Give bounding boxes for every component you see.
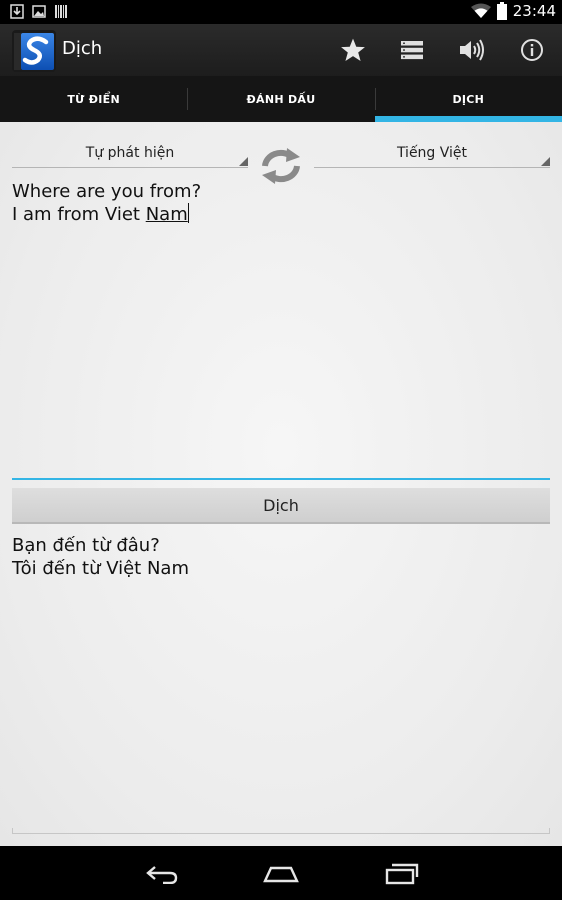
- target-language-dropdown[interactable]: Tiếng Việt: [314, 144, 550, 168]
- tab-dictionary[interactable]: TỪ ĐIỂN: [0, 76, 187, 122]
- status-bar: 23:44: [0, 0, 562, 24]
- text-cursor: [187, 203, 189, 223]
- speaker-icon: [460, 39, 484, 61]
- recent-apps-button[interactable]: [382, 860, 422, 888]
- source-text-line: I am from Viet Nam: [12, 203, 550, 226]
- source-text-line: Where are you from?: [12, 181, 202, 202]
- tab-bar: TỪ ĐIỂN ĐÁNH DẤU DỊCH: [0, 76, 562, 122]
- navigation-bar: [0, 846, 562, 900]
- result-line: Tôi đến từ Việt Nam: [12, 558, 189, 579]
- dropdown-arrow-icon: [239, 157, 248, 166]
- dictionary-app-icon[interactable]: [12, 30, 56, 72]
- language-selector-row: Tự phát hiện Tiếng Việt: [12, 138, 550, 184]
- list-button[interactable]: [392, 32, 432, 68]
- tab-translate[interactable]: DỊCH: [374, 76, 562, 122]
- home-icon: [263, 866, 299, 883]
- target-language-label: Tiếng Việt: [396, 145, 468, 161]
- back-button[interactable]: [142, 860, 182, 888]
- page-title: Dịch: [62, 38, 103, 59]
- barcode-icon: [55, 5, 67, 18]
- translate-button[interactable]: Dịch: [12, 488, 550, 524]
- notification-icons: [10, 4, 68, 19]
- recent-apps-icon: [385, 863, 419, 885]
- info-icon: [521, 39, 543, 61]
- translate-panel: Tự phát hiện Tiếng Việt Where are you fr…: [0, 122, 562, 846]
- clock: 23:44: [512, 2, 556, 20]
- wifi-icon: [470, 3, 491, 18]
- star-icon: [341, 38, 365, 62]
- result-line: Bạn đến từ đâu?: [12, 535, 160, 556]
- home-button[interactable]: [261, 860, 301, 888]
- back-icon: [146, 866, 178, 884]
- info-button[interactable]: [512, 32, 552, 68]
- action-bar: Dịch: [0, 24, 562, 76]
- bookmark-star-button[interactable]: [333, 32, 373, 68]
- battery-icon: [496, 2, 507, 20]
- translation-result: Bạn đến từ đâu? Tôi đến từ Việt Nam: [12, 534, 550, 834]
- spellcheck-word: Nam: [145, 204, 188, 225]
- source-language-label: Tự phát hiện: [85, 145, 175, 161]
- tab-bookmarks[interactable]: ĐÁNH DẤU: [187, 76, 374, 122]
- download-icon: [10, 4, 24, 19]
- speaker-button[interactable]: [452, 32, 492, 68]
- source-text-input[interactable]: Where are you from? I am from Viet Nam: [12, 180, 550, 480]
- source-text-segment: I am from Viet: [12, 204, 146, 225]
- image-icon: [32, 5, 46, 18]
- source-language-dropdown[interactable]: Tự phát hiện: [12, 144, 248, 168]
- dropdown-arrow-icon: [541, 157, 550, 166]
- list-icon: [401, 41, 423, 60]
